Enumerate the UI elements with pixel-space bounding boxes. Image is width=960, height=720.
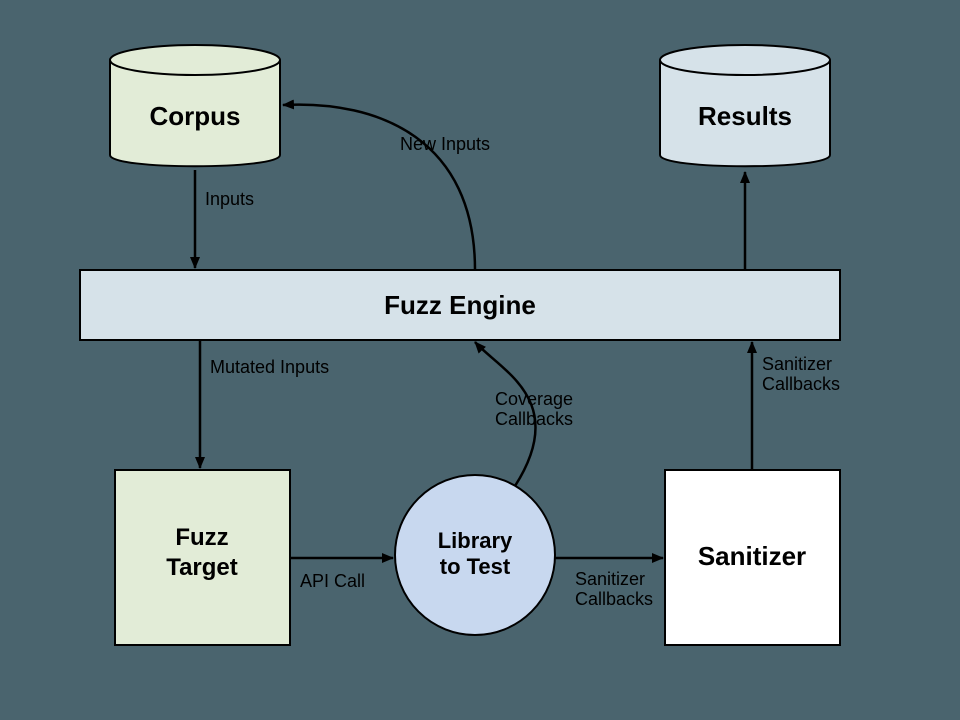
edge-inputs-label: Inputs: [205, 189, 254, 209]
fuzz-engine-box: Fuzz Engine: [80, 270, 840, 340]
results-label: Results: [698, 101, 792, 131]
edge-san-cb-right-2: Callbacks: [762, 374, 840, 394]
library-label-1: Library: [438, 528, 513, 553]
edge-api-call: API Call: [290, 558, 393, 591]
library-label-2: to Test: [440, 554, 511, 579]
edge-mutated-inputs-label: Mutated Inputs: [210, 357, 329, 377]
edge-sanitizer-callbacks-right: Sanitizer Callbacks: [752, 342, 840, 470]
edge-san-cb-lower-2: Callbacks: [575, 589, 653, 609]
edge-san-cb-right-1: Sanitizer: [762, 354, 832, 374]
corpus-cylinder: Corpus: [110, 45, 280, 166]
edge-cov-cb-1: Coverage: [495, 389, 573, 409]
fuzz-target-box: Fuzz Target: [115, 470, 290, 645]
fuzz-target-label-1: Fuzz: [175, 524, 228, 551]
library-circle: Library to Test: [395, 475, 555, 635]
edge-sanitizer-callbacks-lower: Sanitizer Callbacks: [555, 558, 663, 609]
edge-mutated-inputs: Mutated Inputs: [200, 340, 329, 468]
corpus-label: Corpus: [150, 101, 241, 131]
edge-coverage-callbacks: Coverage Callbacks: [475, 342, 573, 486]
edge-new-inputs-label: New Inputs: [400, 134, 490, 154]
edge-inputs: Inputs: [195, 170, 254, 268]
sanitizer-box: Sanitizer: [665, 470, 840, 645]
diagram-canvas: Corpus Results Fuzz Engine Fuzz Target L…: [0, 0, 960, 720]
sanitizer-label: Sanitizer: [698, 541, 806, 571]
fuzz-engine-label: Fuzz Engine: [384, 290, 536, 320]
edge-san-cb-lower-1: Sanitizer: [575, 569, 645, 589]
fuzz-target-label-2: Target: [166, 554, 238, 581]
edge-new-inputs: New Inputs: [283, 105, 490, 270]
results-cylinder: Results: [660, 45, 830, 166]
edge-api-call-label: API Call: [300, 571, 365, 591]
edge-cov-cb-2: Callbacks: [495, 409, 573, 429]
